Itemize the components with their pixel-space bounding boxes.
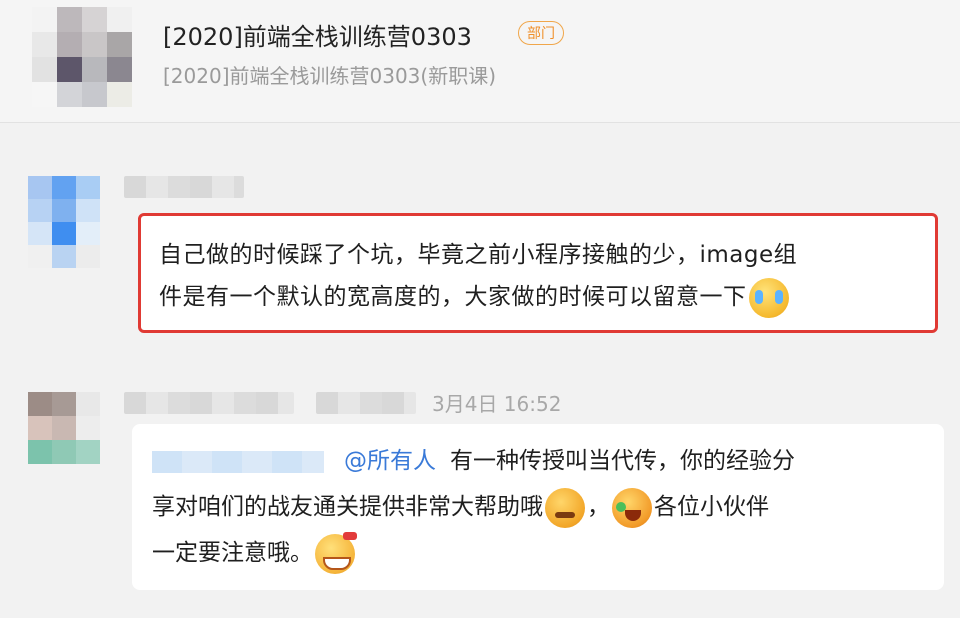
message-time: 3月4日 16:52 [432, 392, 562, 416]
group-avatar[interactable] [32, 7, 132, 107]
message-text: 各位小伙伴 [654, 494, 769, 520]
grinning-face-icon [315, 531, 357, 574]
message-text: 有一种传授叫当代传，你的经验分 [450, 448, 795, 474]
group-subtitle: [2020]前端全栈训练营0303(新职课) [163, 64, 497, 88]
mention-all-link[interactable]: @所有人 [344, 448, 436, 474]
sender-name-blurred [124, 176, 244, 198]
chat-header: [2020]前端全栈训练营0303 部门 [2020]前端全栈训练营0303(新… [0, 0, 960, 123]
group-title: [2020]前端全栈训练营0303 [163, 23, 472, 51]
message-text-line: 件是有一个默认的宽高度的，大家做的时候可以留意一下 [159, 284, 747, 310]
sender-avatar[interactable] [28, 392, 100, 464]
message-text: ， [587, 494, 610, 520]
laughing-face-icon [612, 487, 652, 528]
message-text: 一定要注意哦。 [152, 540, 313, 566]
sender-name-blurred [124, 392, 294, 414]
message-text: 享对咱们的战友通关提供非常大帮助哦 [152, 494, 543, 520]
department-badge: 部门 [518, 21, 564, 45]
sender-title-blurred [316, 392, 416, 414]
crying-face-icon [748, 277, 789, 318]
message-text-line: 自己做的时候踩了个坑，毕竟之前小程序接触的少，image组 [159, 242, 798, 268]
message-bubble-highlighted[interactable]: 自己做的时候踩了个坑，毕竟之前小程序接触的少，image组 件是有一个默认的宽高… [138, 213, 938, 333]
quoted-name-blurred [152, 450, 324, 473]
thinking-face-icon [545, 487, 585, 528]
sender-avatar[interactable] [28, 176, 100, 268]
message-bubble[interactable]: @所有人 有一种传授叫当代传，你的经验分 享对咱们的战友通关提供非常大帮助哦 ， 各位… [132, 424, 944, 590]
